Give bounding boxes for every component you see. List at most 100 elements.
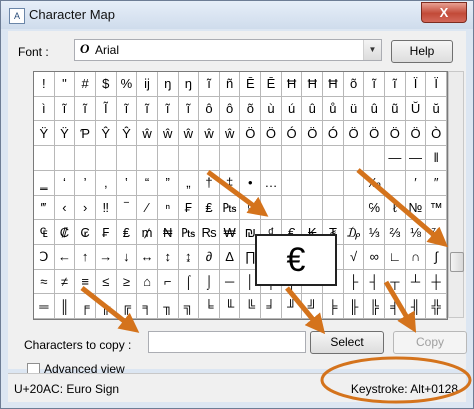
char-cell[interactable]: ╕	[137, 294, 158, 319]
char-cell[interactable]: ╓	[95, 294, 117, 319]
char-cell[interactable]: ₨	[199, 220, 220, 245]
char-cell[interactable]	[364, 146, 386, 171]
char-cell[interactable]: ĩ	[364, 72, 386, 97]
char-cell[interactable]: Ĩ	[95, 96, 117, 122]
char-cell[interactable]	[75, 146, 96, 171]
char-cell[interactable]: ñ	[219, 72, 241, 97]
char-cell[interactable]: ┤	[364, 269, 386, 295]
char-cell[interactable]: ’	[75, 170, 96, 196]
char-cell[interactable]: Ŭ	[405, 96, 427, 122]
char-cell[interactable]	[54, 146, 76, 171]
char-cell[interactable]: ⁄	[137, 195, 158, 221]
char-cell[interactable]: ₧	[178, 220, 200, 245]
char-cell[interactable]: ô	[219, 96, 241, 122]
char-cell[interactable]: ↕	[157, 244, 179, 270]
char-cell[interactable]: ŋ	[157, 72, 179, 97]
chevron-down-icon[interactable]: ▼	[363, 40, 381, 60]
char-cell[interactable]: ╛	[261, 294, 282, 319]
char-cell[interactable]: ≤	[95, 269, 117, 295]
char-cell[interactable]: ∟	[385, 244, 406, 270]
char-cell[interactable]: ĩ	[385, 72, 406, 97]
char-cell[interactable]	[95, 146, 117, 171]
char-cell[interactable]: ∂	[199, 244, 220, 270]
char-cell[interactable]: ü	[343, 96, 365, 122]
char-cell[interactable]: ₯	[343, 220, 365, 245]
char-cell[interactable]: Ö	[405, 121, 427, 147]
char-cell[interactable]: ⅛	[405, 220, 427, 245]
char-cell[interactable]: Ē	[240, 72, 262, 97]
char-cell[interactable]: …	[261, 170, 282, 196]
char-cell[interactable]: ₧	[219, 195, 241, 221]
char-cell[interactable]: ŭ	[426, 96, 447, 122]
char-cell[interactable]: ═	[34, 294, 55, 319]
char-cell[interactable]: ₠	[34, 220, 55, 245]
char-cell[interactable]: ì	[34, 96, 55, 122]
char-cell[interactable]	[385, 170, 406, 196]
char-cell[interactable]: $	[95, 72, 117, 97]
char-cell[interactable]: „	[178, 170, 200, 196]
char-cell[interactable]: û	[302, 96, 324, 122]
char-cell[interactable]: ⁿ	[157, 195, 179, 221]
char-cell[interactable]: Ò	[426, 121, 447, 147]
char-cell[interactable]: ”	[157, 170, 179, 196]
char-cell[interactable]: ĩ	[75, 96, 96, 122]
character-grid[interactable]: ! " # $% ĳ ŋ ŋ ĩ ñ Ē Ē Ħ Ħ Ħõ ĩ ĩ Ï Ïì ĩ ĩ Ĩĩ ĩ ĩ ĩ ô ô õ ù ú û ů ü û ũ Ŭŭ…	[33, 71, 448, 320]
char-cell[interactable]: ↑	[75, 244, 96, 270]
char-cell[interactable]	[302, 170, 324, 196]
char-cell[interactable]: ₩	[219, 220, 241, 245]
char-cell[interactable]	[116, 146, 138, 171]
char-cell[interactable]: ╘	[199, 294, 220, 319]
char-cell[interactable]	[323, 170, 344, 196]
char-cell[interactable]: ╗	[178, 294, 200, 319]
char-cell[interactable]: Ÿ	[34, 121, 55, 147]
font-dropdown[interactable]: O Arial ▼	[74, 39, 382, 61]
char-cell[interactable]: †	[199, 170, 220, 196]
char-cell[interactable]: ┬	[385, 269, 406, 295]
char-cell[interactable]: ‗	[34, 170, 55, 196]
char-cell[interactable]: ĩ	[157, 96, 179, 122]
char-cell[interactable]: Ö	[240, 121, 262, 147]
char-cell[interactable]	[261, 146, 282, 171]
char-cell[interactable]: Ↄ	[34, 244, 55, 270]
scrollbar-thumb[interactable]	[450, 252, 464, 272]
char-cell[interactable]	[34, 146, 55, 171]
char-cell[interactable]: ŵ	[178, 121, 200, 147]
char-cell[interactable]: Ó	[323, 121, 344, 147]
char-cell[interactable]: ╔	[116, 294, 138, 319]
char-cell[interactable]	[343, 195, 365, 221]
char-cell[interactable]: ™	[426, 195, 447, 221]
char-cell[interactable]: ≈	[34, 269, 55, 295]
char-cell[interactable]	[261, 195, 282, 221]
char-cell[interactable]: "	[54, 72, 76, 97]
char-cell[interactable]: ⌡	[199, 269, 220, 295]
char-cell[interactable]: ₫	[240, 195, 262, 221]
char-cell[interactable]: ┴	[405, 269, 427, 295]
char-cell[interactable]: ⅓	[364, 220, 386, 245]
char-cell[interactable]: ⌂	[137, 269, 158, 295]
char-cell[interactable]: ŵ	[199, 121, 220, 147]
char-cell[interactable]: ╢	[405, 294, 427, 319]
char-cell[interactable]: ╜	[281, 294, 303, 319]
select-button[interactable]: Select	[310, 331, 384, 354]
char-cell[interactable]: Ƥ	[75, 121, 96, 147]
char-cell[interactable]: ú	[281, 96, 303, 122]
char-cell[interactable]	[219, 146, 241, 171]
char-cell[interactable]: ─	[219, 269, 241, 295]
char-cell[interactable]: ‰	[364, 170, 386, 196]
char-cell[interactable]: Ħ	[323, 72, 344, 97]
char-cell[interactable]: Ē	[261, 72, 282, 97]
char-cell[interactable]: Ö	[385, 121, 406, 147]
char-cell[interactable]: ≥	[116, 269, 138, 295]
char-cell[interactable]: ô	[199, 96, 220, 122]
char-cell[interactable]: ‹	[54, 195, 76, 221]
char-cell[interactable]: ℓ	[385, 195, 406, 221]
char-cell[interactable]: ╚	[240, 294, 262, 319]
char-cell[interactable]: ╠	[364, 294, 386, 319]
char-cell[interactable]: ₡	[54, 220, 76, 245]
char-cell[interactable]: Ħ	[302, 72, 324, 97]
char-cell[interactable]: ‡	[219, 170, 241, 196]
char-cell[interactable]: ‾	[116, 195, 138, 221]
title-bar[interactable]: A Character Map X	[1, 1, 473, 29]
char-cell[interactable]: ≠	[54, 269, 76, 295]
char-cell[interactable]: Ŷ	[95, 121, 117, 147]
